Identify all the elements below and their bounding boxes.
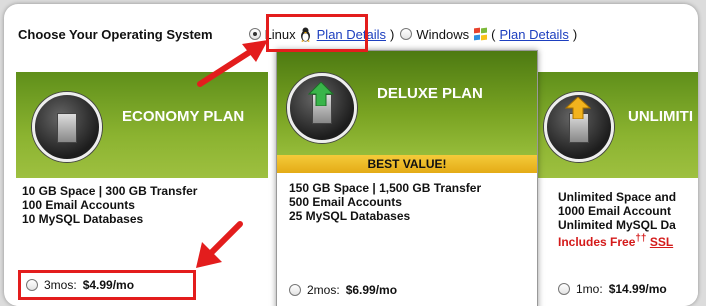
server-icon	[57, 113, 77, 143]
economy-specs: 10 GB Space | 300 GB Transfer 100 Email …	[22, 184, 197, 226]
unlimited-price-term: 1mo:	[576, 282, 603, 296]
windows-paren-open: (	[491, 26, 496, 42]
unlimited-ssl-note: Includes Free†† SSL	[558, 232, 676, 249]
deluxe-spec-email: 500 Email Accounts	[289, 195, 402, 209]
deluxe-price-option[interactable]: 2mos: $6.99/mo	[289, 283, 397, 297]
unlimited-spec-email: 1000 Email Account	[558, 204, 671, 218]
deluxe-price-radio[interactable]	[289, 284, 301, 296]
windows-plan-details-link[interactable]: Plan Details	[499, 27, 568, 42]
arrow-to-linux-icon	[197, 40, 268, 87]
economy-spec-mysql: 10 MySQL Databases	[22, 212, 144, 226]
ssl-note-sup: ††	[635, 233, 647, 244]
unlimited-price-radio[interactable]	[558, 283, 570, 295]
economy-spec-space: 10 GB Space | 300 GB Transfer	[22, 184, 198, 198]
windows-option[interactable]: Windows	[400, 27, 488, 42]
arrow-to-price-icon	[196, 221, 243, 268]
deluxe-server-icon	[287, 73, 357, 143]
economy-price-highlight-box	[18, 270, 196, 300]
economy-plan-name: ECONOMY PLAN	[122, 108, 245, 125]
windows-paren-close: )	[572, 26, 578, 42]
best-value-badge: BEST VALUE!	[277, 155, 537, 173]
windows-flag-icon	[473, 27, 488, 41]
economy-spec-email: 100 Email Accounts	[22, 198, 135, 212]
deluxe-price: $6.99/mo	[345, 283, 398, 297]
upgrade-arrow-icon	[308, 82, 334, 106]
unlimited-specs: Unlimited Space and 1000 Email Account U…	[558, 190, 676, 249]
hosting-plans-panel: Choose Your Operating System Linux Plan …	[4, 4, 698, 306]
os-selector-title: Choose Your Operating System	[18, 26, 213, 42]
unlimited-plan-card: UNLIMITI Unlimited Space and 1000 Email …	[536, 72, 698, 306]
unlimited-price: $14.99/mo	[608, 282, 667, 296]
linux-highlight-box	[266, 14, 368, 52]
windows-label[interactable]: Windows	[416, 27, 469, 42]
unlimited-spec-space: Unlimited Space and	[558, 190, 677, 204]
upgrade-arrow-icon	[565, 97, 591, 119]
unlimited-price-option[interactable]: 1mo: $14.99/mo	[558, 282, 667, 296]
unlimited-plan-name: UNLIMITI	[628, 108, 693, 125]
deluxe-price-term: 2mos:	[307, 283, 340, 297]
deluxe-plan-card: DELUXE PLAN BEST VALUE! 150 GB Space | 1…	[276, 50, 538, 306]
windows-plan-details: (Plan Details)	[491, 27, 577, 42]
deluxe-spec-mysql: 25 MySQL Databases	[289, 209, 411, 223]
unlimited-server-icon	[544, 92, 614, 162]
ssl-link[interactable]: SSL	[650, 235, 673, 249]
ssl-note-text: Includes Free	[558, 235, 636, 249]
linux-paren-close: )	[390, 26, 395, 42]
windows-radio[interactable]	[400, 28, 413, 40]
deluxe-specs: 150 GB Space | 1,500 GB Transfer 500 Ema…	[289, 181, 481, 223]
economy-server-icon	[32, 92, 102, 162]
unlimited-spec-mysql: Unlimited MySQL Da	[558, 218, 676, 232]
deluxe-spec-space: 150 GB Space | 1,500 GB Transfer	[289, 181, 482, 195]
deluxe-plan-name: DELUXE PLAN	[377, 85, 483, 102]
